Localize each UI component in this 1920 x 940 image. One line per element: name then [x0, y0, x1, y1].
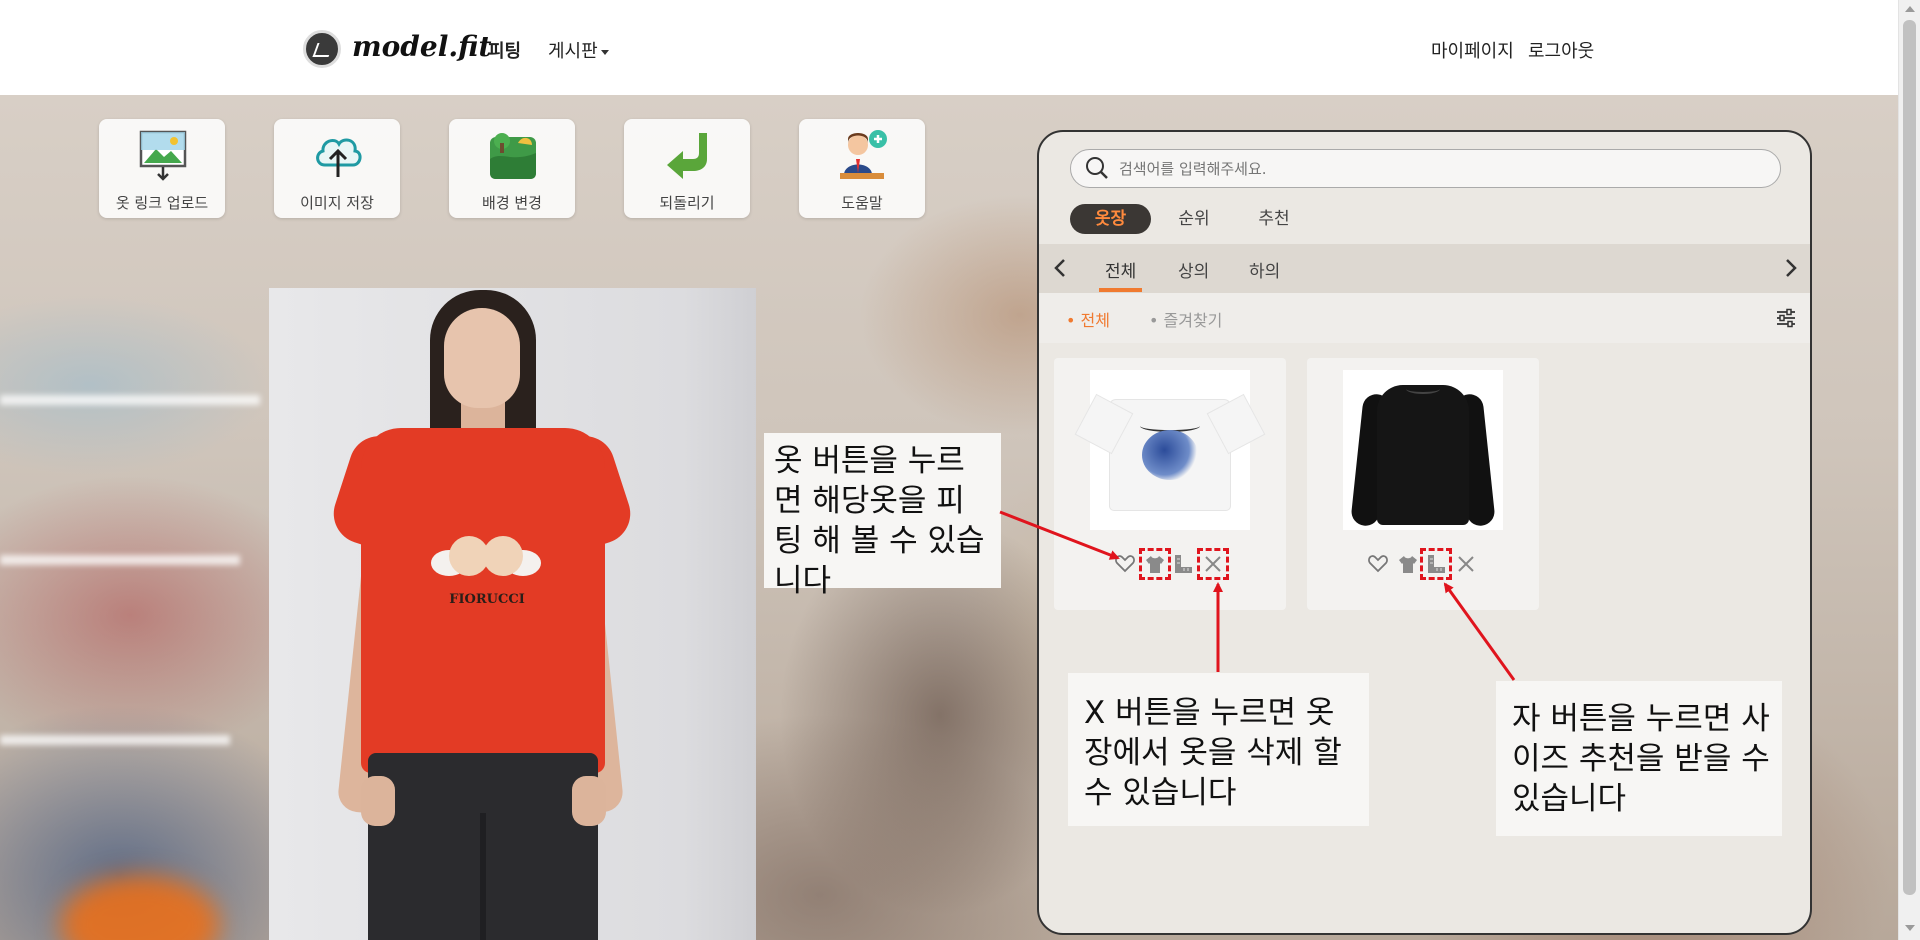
- closet-item-card[interactable]: [1307, 358, 1539, 610]
- close-icon[interactable]: [1197, 548, 1229, 580]
- tab-closet[interactable]: 옷장: [1070, 204, 1151, 234]
- chevron-right-icon[interactable]: [1779, 256, 1801, 280]
- logo-icon[interactable]: [303, 30, 341, 68]
- scroll-up-icon[interactable]: [1905, 6, 1915, 12]
- filter-favorites[interactable]: • 즐겨찾기: [1149, 307, 1222, 331]
- shirt-print-graphic: [431, 528, 541, 584]
- landscape-icon: [490, 133, 536, 179]
- category-bar: 전체 상의 하의: [1039, 244, 1810, 293]
- shirt-print-text: FIORUCCI: [449, 592, 525, 607]
- item-thumbnail[interactable]: [1343, 370, 1503, 530]
- bg-shelf: [0, 735, 230, 745]
- chevron-left-icon[interactable]: [1050, 256, 1072, 280]
- category-bottom[interactable]: 하의: [1249, 257, 1280, 282]
- closet-item-card[interactable]: [1054, 358, 1286, 610]
- callout-size-info: 자 버튼을 누르면 사이즈 추천을 받을 수 있습니다: [1496, 681, 1782, 836]
- tool-label: 배경 변경: [482, 194, 542, 212]
- angel: [483, 536, 523, 576]
- bg-blur: [60, 875, 220, 940]
- scroll-down-icon[interactable]: [1905, 925, 1915, 931]
- model-hand: [572, 776, 606, 826]
- brand-name[interactable]: model.fit: [352, 30, 491, 63]
- nav-board-label: 게시판: [548, 41, 598, 62]
- cloud-upload-icon: [316, 138, 362, 177]
- item-actions: [1367, 548, 1487, 580]
- tool-label: 옷 링크 업로드: [115, 194, 209, 212]
- page-scrollbar[interactable]: [1898, 0, 1920, 940]
- shirt-icon[interactable]: [1139, 548, 1171, 580]
- nav-logout[interactable]: 로그아웃: [1528, 37, 1594, 63]
- model-hand: [361, 776, 395, 826]
- change-background-button[interactable]: 배경 변경: [449, 119, 575, 218]
- help-agent-icon: [840, 130, 887, 179]
- tab-ranking[interactable]: 순위: [1164, 204, 1224, 234]
- category-all[interactable]: 전체: [1098, 257, 1143, 292]
- undo-button[interactable]: 되돌리기: [624, 119, 750, 218]
- tool-label: 되돌리기: [659, 194, 715, 212]
- tool-label: 이미지 저장: [300, 194, 374, 212]
- scroll-thumb[interactable]: [1903, 20, 1916, 895]
- bg-shelf: [0, 395, 260, 405]
- upload-link-button[interactable]: 옷 링크 업로드: [99, 119, 225, 218]
- undo-arrow-icon: [667, 133, 707, 179]
- filter-all[interactable]: • 전체: [1066, 307, 1110, 331]
- search-box: [1070, 149, 1781, 188]
- nav-board-dropdown[interactable]: 게시판: [548, 37, 609, 63]
- filter-bar: • 전체 • 즐겨찾기: [1039, 293, 1810, 343]
- model-pants: [368, 753, 598, 940]
- nav-mypage[interactable]: 마이페이지: [1431, 37, 1514, 63]
- tab-recommend[interactable]: 추천: [1244, 204, 1304, 234]
- filter-settings-icon[interactable]: [1775, 307, 1797, 329]
- search-icon[interactable]: [1085, 156, 1109, 180]
- callout-fit-info: 옷 버튼을 누르면 해당옷을 피팅 해 볼 수 있습니다: [764, 433, 1001, 599]
- sweater-neckline: [1406, 384, 1440, 394]
- item-actions: [1114, 548, 1234, 580]
- tool-label: 도움말: [841, 194, 883, 212]
- image-upload-icon: [139, 130, 187, 181]
- model-photo: FIORUCCI: [269, 288, 756, 940]
- close-icon[interactable]: [1455, 553, 1477, 575]
- help-button[interactable]: 도움말: [799, 119, 925, 218]
- callout-delete-info: X 버튼을 누르면 옷장에서 옷을 삭제 할 수 있습니다: [1068, 673, 1369, 826]
- save-image-button[interactable]: 이미지 저장: [274, 119, 400, 218]
- ruler-icon[interactable]: [1420, 548, 1452, 580]
- black-sweater-image: [1377, 385, 1469, 525]
- shirt-icon[interactable]: [1397, 553, 1419, 575]
- category-top[interactable]: 상의: [1178, 257, 1209, 282]
- navbar: model.fit 피팅 게시판 마이페이지 로그아웃: [0, 0, 1898, 95]
- tshirt-flower-print: [1142, 430, 1198, 480]
- nav-fitting[interactable]: 피팅: [488, 37, 521, 63]
- bg-shelf: [0, 555, 240, 565]
- model-face: [444, 308, 520, 408]
- heart-icon[interactable]: [1114, 553, 1136, 575]
- heart-icon[interactable]: [1367, 553, 1389, 575]
- item-thumbnail[interactable]: [1090, 370, 1250, 530]
- ruler-icon[interactable]: [1172, 553, 1194, 575]
- search-input[interactable]: [1119, 150, 1719, 187]
